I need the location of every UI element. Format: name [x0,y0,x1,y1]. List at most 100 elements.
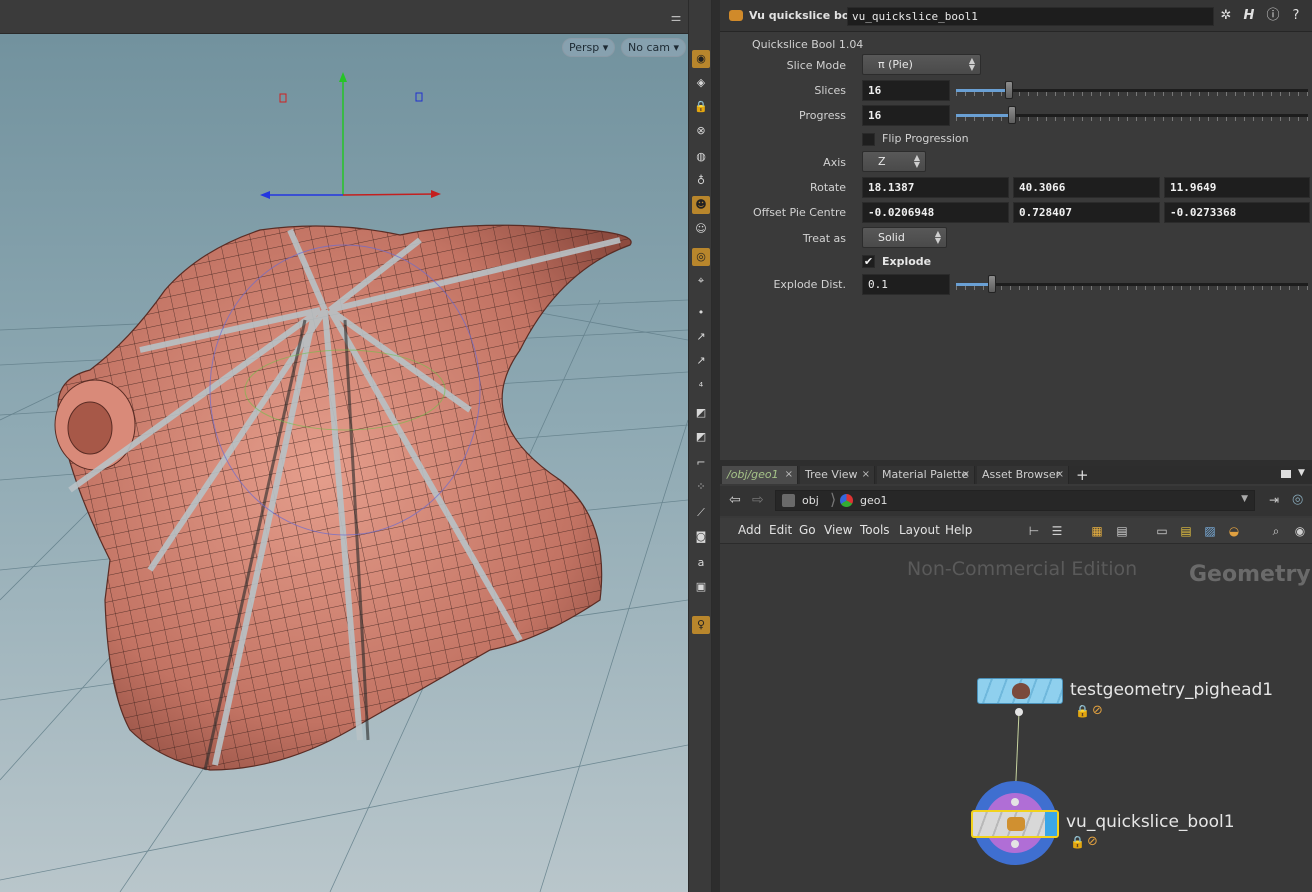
help-icon[interactable]: ? [1287,7,1305,25]
progress-slider[interactable] [956,105,1308,125]
color-grid-icon[interactable]: ▦ [1089,523,1105,539]
bypass-icon[interactable]: ⊘ [1087,834,1098,849]
offset-z-field[interactable]: -0.0273368 [1164,202,1310,223]
headlight-icon[interactable]: ☻ [692,196,710,214]
hull-display-icon[interactable]: ◙ [692,528,710,546]
viewport-scene[interactable] [0,34,688,892]
close-icon[interactable]: × [862,466,870,484]
rotate-z-field[interactable]: 11.9649 [1164,177,1310,198]
node-name-field[interactable]: vu_quickslice_bool1 [847,7,1214,26]
offset-y-field[interactable]: 0.728407 [1013,202,1160,223]
tab-material-palette[interactable]: Material Palette × [877,466,975,484]
info-icon[interactable]: ⓘ [1264,7,1282,25]
flip-progression-checkbox[interactable] [862,133,875,146]
ambient-icon[interactable]: ☺ [692,220,710,238]
pane-menu-icon[interactable]: ▼ [1298,468,1305,478]
grid-icon[interactable]: ▤ [1114,523,1130,539]
edge-display-icon[interactable]: ⟋ [692,504,710,522]
uv-display-icon[interactable]: ⌐ [692,454,710,472]
link-icon[interactable]: ◎ [1292,492,1303,507]
offset-x-field[interactable]: -0.0206948 [862,202,1009,223]
image-display-icon[interactable]: ▣ [692,578,710,596]
point-numbers-icon[interactable]: ⁴ [692,378,710,396]
name-display-icon[interactable]: a [692,554,710,572]
image-icon[interactable]: ▨ [1202,523,1218,539]
tree-layout-icon[interactable]: ⊢ [1026,523,1042,539]
primitive-numbers-icon[interactable]: ◩ [692,428,710,446]
pin-icon[interactable]: ⇥ [1269,493,1279,507]
slices-field[interactable]: 16 [862,80,950,101]
menu-layout[interactable]: Layout [899,523,940,537]
point-display-icon[interactable]: • [692,304,710,322]
tab-obj-geo1[interactable]: /obj/geo1 × [722,466,798,484]
display-mode-icon[interactable]: ◉ [692,50,710,68]
progress-field[interactable]: 16 [862,105,950,126]
slices-slider-handle[interactable] [1005,81,1013,99]
close-icon[interactable]: × [1056,466,1064,484]
ghost-geometry-icon[interactable]: ◈ [692,74,710,92]
bypass-icon[interactable]: ⊘ [1092,703,1103,718]
sticky-note-icon[interactable]: ▤ [1178,523,1194,539]
add-tab-icon[interactable]: + [1076,467,1089,483]
pane-divider[interactable] [712,0,720,892]
node-label-pighead[interactable]: testgeometry_pighead1 [1070,680,1273,700]
selection-icon[interactable]: ⊗ [692,122,710,140]
3d-viewport[interactable]: ⚌ ? [0,0,688,892]
menu-tools[interactable]: Tools [860,523,890,537]
lightbulb-icon[interactable]: ♁ [692,172,710,190]
normal-display-icon[interactable]: ↗ [692,328,710,346]
treat-as-menu[interactable]: Solid ▲ ▼ [862,227,947,248]
menu-go[interactable]: Go [799,523,816,537]
light-tool-icon[interactable]: ♀ [692,616,710,634]
lock-icon[interactable]: 🔒 [1075,704,1090,718]
lighting-icon[interactable]: ◍ [692,148,710,166]
snap-icon[interactable]: ⌖ [692,272,710,290]
pane-maximize-icon[interactable] [1281,470,1291,478]
menu-add[interactable]: Add [738,523,761,537]
vertex-display-icon[interactable]: ⁘ [692,478,710,496]
point-normal-icon[interactable]: ↗ [692,352,710,370]
menu-view[interactable]: View [824,523,852,537]
close-icon[interactable]: × [962,466,970,484]
slices-slider[interactable] [956,80,1308,100]
quickmark-icon[interactable]: ◒ [1226,523,1242,539]
path-geo1[interactable]: geo1 [860,494,887,507]
menu-edit[interactable]: Edit [769,523,792,537]
eye-icon[interactable]: ◉ [1292,523,1308,539]
explode-checkbox[interactable]: ✔ [862,255,875,268]
background-icon[interactable]: ◎ [692,248,710,266]
list-icon[interactable]: ☰ [1049,523,1065,539]
gear-icon[interactable]: ✲ [1217,7,1235,25]
display-options-icon[interactable]: ⚌ [668,9,684,25]
forward-icon[interactable]: ⇨ [752,492,764,508]
tab-asset-browser[interactable]: Asset Browser × [977,466,1069,484]
lock-camera-icon[interactable]: 🔒 [692,98,710,116]
display-flag-icon[interactable] [1045,812,1057,836]
search-icon[interactable]: ⌕ [1268,523,1284,539]
network-canvas[interactable]: Non-Commercial Edition Geometry testgeom… [720,544,1312,892]
primitive-display-icon[interactable]: ◩ [692,404,710,422]
slice-mode-menu[interactable]: π (Pie) ▲ ▼ [862,54,981,75]
houdini-help-icon[interactable]: H [1240,7,1258,25]
progress-slider-handle[interactable] [1008,106,1016,124]
rotate-y-field[interactable]: 40.3066 [1013,177,1160,198]
explode-dist-slider-handle[interactable] [988,275,996,293]
explode-dist-slider[interactable] [956,274,1308,294]
close-icon[interactable]: × [785,466,793,484]
perspective-menu[interactable]: Persp ▾ [562,38,616,57]
menu-help[interactable]: Help [945,523,972,537]
node-testgeometry-pighead[interactable] [977,678,1063,704]
rotate-x-field[interactable]: 18.1387 [862,177,1009,198]
node-vu-quickslice-bool[interactable] [971,810,1059,838]
node-label-quickslice[interactable]: vu_quickslice_bool1 [1066,812,1235,832]
axis-menu[interactable]: Z ▲ ▼ [862,151,926,172]
back-icon[interactable]: ⇦ [729,492,741,508]
path-obj[interactable]: obj [802,494,819,507]
lock-icon[interactable]: 🔒 [1070,835,1085,849]
tab-tree-view[interactable]: Tree View × [800,466,875,484]
camera-menu[interactable]: No cam ▾ [621,38,686,57]
explode-dist-field[interactable]: 0.1 [862,274,950,295]
path-field[interactable]: obj ⟩ geo1 ▼ [775,490,1255,511]
network-box-icon[interactable]: ▭ [1154,523,1170,539]
path-dropdown-icon[interactable]: ▼ [1241,494,1248,504]
